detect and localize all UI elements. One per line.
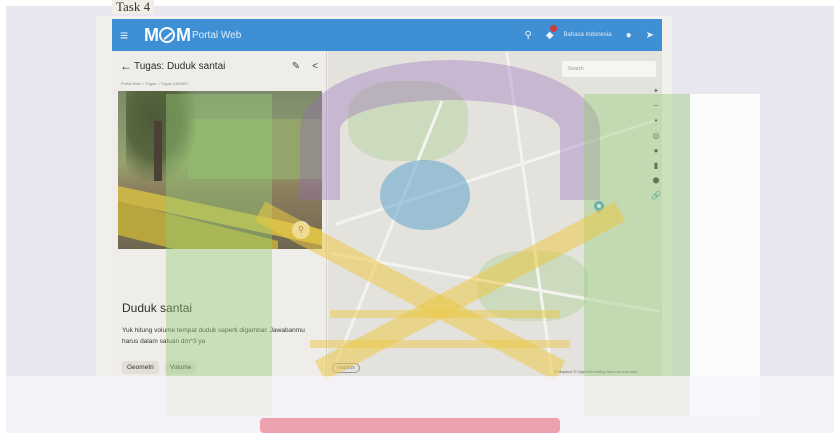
map-park <box>348 81 468 161</box>
app-logo[interactable]: M M Portal Web <box>144 25 241 46</box>
task-panel: ← Tugas: Duduk santai ✎ < Portal Web > T… <box>112 51 327 376</box>
link-icon[interactable]: 🔗 <box>651 192 661 200</box>
edit-icon[interactable]: ✎ <box>292 61 300 72</box>
map-park <box>478 251 588 321</box>
logo-letter-right: M <box>176 24 191 45</box>
polygon-tool-icon[interactable]: ⬢ <box>653 177 660 185</box>
map-search-input[interactable]: Search <box>562 61 656 77</box>
logo-subtitle: Portal Web <box>192 29 242 41</box>
map-toolbar: + − • ◎ ● ▮ ⬢ 🔗 <box>651 87 661 200</box>
locate-icon[interactable]: ◎ <box>653 132 660 140</box>
tag-list: Geometri Volume <box>122 361 197 374</box>
mapbox-logo[interactable]: mapbox <box>332 363 360 373</box>
compass-icon[interactable]: • <box>655 117 658 125</box>
photo-grass <box>188 119 322 179</box>
location-pin-icon[interactable] <box>594 201 604 215</box>
tag-geometri[interactable]: Geometri <box>122 361 159 374</box>
bell-icon[interactable]: ◆ <box>546 24 557 41</box>
panel-header: ← Tugas: Duduk santai ✎ < <box>112 51 326 81</box>
task-label: Task 4 <box>112 0 155 14</box>
share-icon[interactable]: < <box>312 61 318 72</box>
top-bar: ≡ M M Portal Web ⚲ ◆ Bahasa Indonesia ● … <box>112 19 662 51</box>
photo-page: Task 4 ≡ M M Portal Web ⚲ ◆ Bahasa Indon… <box>0 0 840 433</box>
photo-trunk <box>154 121 162 181</box>
zoom-in-icon[interactable]: + <box>654 87 659 95</box>
task-title: Duduk santai <box>122 301 193 315</box>
breadcrumb: Portal Web > Tugas > Tugas 1340837 <box>121 81 189 86</box>
logout-icon[interactable]: ➤ <box>646 30 654 41</box>
zoom-out-icon[interactable]: − <box>654 102 659 110</box>
map-attribution[interactable]: © Mapbox © OpenStreetMap Improve this ma… <box>554 369 638 374</box>
map-view[interactable]: Search + − • ◎ ● ▮ ⬢ 🔗 mapbox © Mapbox ©… <box>328 51 662 376</box>
logo-letter-left: M <box>144 24 159 45</box>
page-title: Tugas: Duduk santai <box>134 60 226 72</box>
notification-badge <box>549 24 557 32</box>
tag-volume[interactable]: Volume <box>164 361 197 374</box>
search-icon[interactable]: ⚲ <box>524 30 531 41</box>
menu-icon[interactable]: ≡ <box>120 27 138 43</box>
task-photo <box>118 91 322 249</box>
app-window: ≡ M M Portal Web ⚲ ◆ Bahasa Indonesia ● … <box>96 16 672 376</box>
logo-circle-icon <box>159 27 175 43</box>
point-tool-icon[interactable]: ● <box>654 147 659 155</box>
zoom-image-icon[interactable]: ⚲ <box>292 221 310 239</box>
rectangle-tool-icon[interactable]: ▮ <box>654 162 658 170</box>
language-selector[interactable]: Bahasa Indonesia <box>564 32 612 38</box>
task-description: Yuk hitung volume tempat duduk seperti d… <box>122 327 305 345</box>
user-icon[interactable]: ● <box>626 30 632 41</box>
map-road <box>505 52 554 375</box>
back-arrow-icon[interactable]: ← <box>120 59 134 73</box>
